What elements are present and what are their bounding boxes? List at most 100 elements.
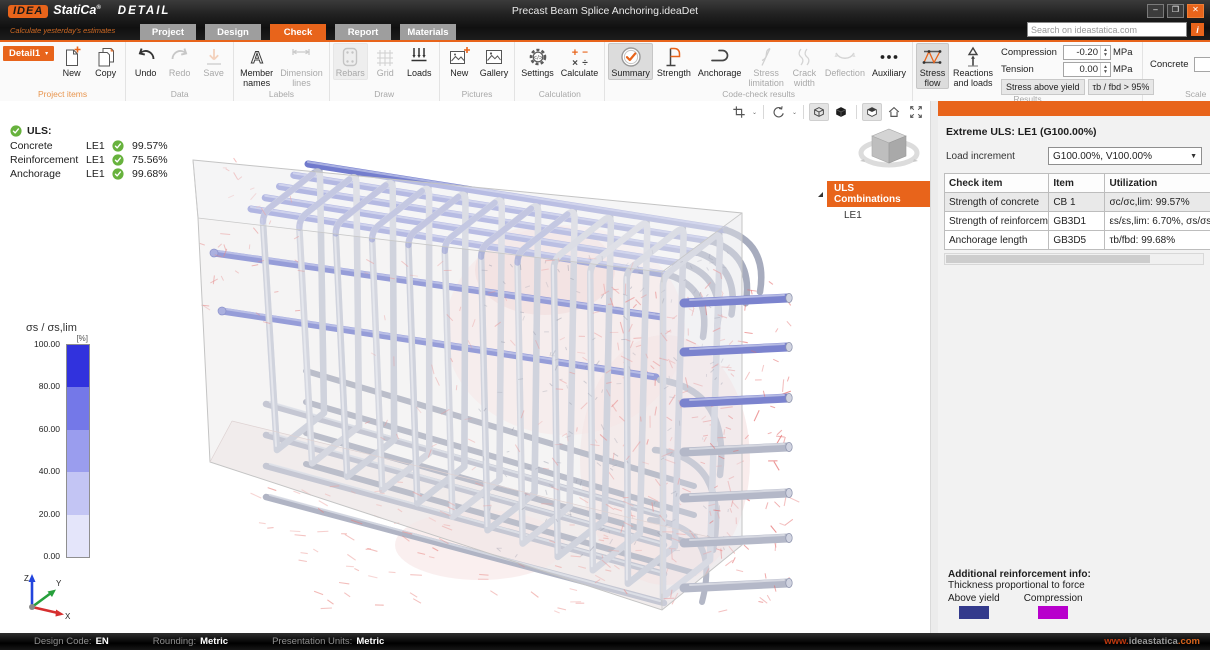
copy-button[interactable]: Copy <box>89 43 122 80</box>
tab-report[interactable]: Report <box>335 24 391 40</box>
tab-materials[interactable]: Materials <box>400 24 456 40</box>
loads-icon <box>407 45 431 69</box>
ribbon-group-labels: AMember namesDimension linesLabels <box>234 42 330 101</box>
compression-input-down-icon[interactable]: ▼ <box>1103 53 1108 58</box>
compression-input-arrows[interactable]: ▲▼ <box>1100 46 1110 59</box>
close-button[interactable]: ✕ <box>1187 4 1204 18</box>
grid-icon <box>373 45 397 69</box>
navigation-cube[interactable] <box>856 121 922 178</box>
group-label: Code-check results <box>608 89 909 101</box>
stress-flow-button[interactable]: Stress flow <box>916 43 949 89</box>
reactions-and-loads-button[interactable]: Reactions and loads <box>950 43 996 89</box>
group-label: Calculation <box>518 89 601 101</box>
table-row-strength-of-reinforcement[interactable]: Strength of reinforcementGB3D1εs/εs,lim:… <box>945 212 1210 231</box>
compression-input[interactable]: -0.20▲▼ <box>1063 45 1111 60</box>
search-input[interactable] <box>1027 22 1187 37</box>
check-passed-icon <box>112 140 132 152</box>
uls-summary-header: ULS: <box>10 125 184 137</box>
anchorage-button[interactable]: Anchorage <box>695 43 745 80</box>
uls-summary-row-anchorage: AnchorageLE199.68% <box>10 167 184 181</box>
table-header-row: Check itemItemUtilization <box>945 174 1210 193</box>
orbit-tool-dropdown-caret[interactable]: ⌄ <box>792 109 797 116</box>
new-button[interactable]: New <box>443 43 476 80</box>
compression-color-box <box>1038 606 1068 619</box>
maximize-button[interactable]: ❐ <box>1167 4 1184 18</box>
home-view-icon[interactable] <box>884 103 904 121</box>
auxiliary-button[interactable]: Auxiliary <box>869 43 909 80</box>
loads-button[interactable]: Loads <box>403 43 436 80</box>
table-horizontal-scrollbar[interactable] <box>944 253 1204 265</box>
crack-width-icon <box>792 45 816 69</box>
gallery-button[interactable]: Gallery <box>477 43 512 80</box>
member-names-button[interactable]: AMember names <box>237 43 276 89</box>
tab-project[interactable]: Project <box>140 24 196 40</box>
scale-controls: Concrete1.50▲▼ <box>1146 57 1210 72</box>
ribbon-group-code-check-results: SummaryStrengthAnchorageStress limitatio… <box>605 42 913 101</box>
deflection-icon <box>833 45 857 69</box>
strength-button[interactable]: Strength <box>654 43 694 80</box>
undo-button[interactable]: Undo <box>129 43 162 80</box>
anchorage-icon <box>708 45 732 69</box>
rebars-icon <box>338 45 362 69</box>
tree-root-uls-combinations[interactable]: ULS Combinations <box>818 181 930 207</box>
legend-title: σs / σs,lim <box>26 322 122 334</box>
summary-button[interactable]: Summary <box>608 43 653 80</box>
stress-above-yield-toggle[interactable]: Stress above yield <box>1001 79 1085 95</box>
tension-input[interactable]: 0.00▲▼ <box>1063 62 1111 77</box>
svg-text:X: X <box>65 612 71 619</box>
svg-text:</>: </> <box>533 55 543 62</box>
wireframe-view-icon[interactable] <box>809 103 829 121</box>
tab-check[interactable]: Check <box>270 24 326 40</box>
status-item-presentation-units[interactable]: Presentation Units:Metric <box>272 636 384 647</box>
stress-limitation-button: Stress limitation <box>745 43 787 89</box>
table-row-anchorage-length[interactable]: Anchorage lengthGB3D5τb/fbd: 99.68% <box>945 231 1210 250</box>
zoom-fit-icon[interactable] <box>906 103 926 121</box>
3d-viewport[interactable]: ⌄⌄ ULS:ConcreteLE199.57%ReinforcementLE1… <box>0 101 930 633</box>
above-yield-color-box <box>959 606 989 619</box>
check-results-table: Check itemItemUtilizationStrength of con… <box>944 173 1210 250</box>
website-link[interactable]: www.ideastatica.com <box>1104 636 1200 647</box>
title-bar: IDEA StatiCa® DETAIL Calculate yesterday… <box>0 0 1210 40</box>
results-controls: Compression-0.20▲▼MPaTension0.00▲▼MPaStr… <box>1001 45 1139 94</box>
status-item-design-code[interactable]: Design Code:EN <box>34 636 109 647</box>
tree-item-le1[interactable]: LE1 <box>844 210 930 221</box>
redo-button: Redo <box>163 43 196 80</box>
load-increment-dropdown[interactable]: G100.00%, V100.00% ▼ <box>1048 147 1202 165</box>
summary-icon <box>619 45 643 69</box>
uls-check-summary: ULS:ConcreteLE199.57%ReinforcementLE175.… <box>10 125 184 181</box>
status-item-rounding[interactable]: Rounding:Metric <box>153 636 228 647</box>
tension-input-down-icon[interactable]: ▼ <box>1103 70 1108 75</box>
minimize-button[interactable]: – <box>1147 4 1164 18</box>
check-results-table-wrap: Check itemItemUtilizationStrength of con… <box>944 173 1210 250</box>
calculate-button[interactable]: +−×÷Calculate <box>558 43 602 80</box>
ribbon: Detail1▾NewCopyProject itemsUndoRedoSave… <box>0 42 1210 102</box>
solid-view-icon[interactable] <box>831 103 851 121</box>
member-names-icon: A <box>245 45 269 69</box>
group-label: Project items <box>3 89 122 101</box>
tree-expander-icon[interactable] <box>818 192 823 197</box>
table-row-strength-of-concrete[interactable]: Strength of concreteCB 1σc/σc,lim: 99.57… <box>945 193 1210 212</box>
info-button[interactable]: i <box>1191 23 1204 36</box>
settings-button[interactable]: </>Settings <box>518 43 557 80</box>
uls-summary-row-concrete: ConcreteLE199.57% <box>10 139 184 153</box>
clip-view-icon[interactable] <box>862 103 882 121</box>
swatch-compression: Compression <box>1024 593 1083 619</box>
search-area: i <box>1027 22 1204 37</box>
crop-tool-dropdown-caret[interactable]: ⌄ <box>752 109 757 116</box>
tension-input-arrows[interactable]: ▲▼ <box>1100 63 1110 76</box>
viewport-toolbar: ⌄⌄ <box>729 103 926 121</box>
window-controls: – ❐ ✕ <box>1147 4 1204 18</box>
info-subtitle: Thickness proportional to force <box>948 580 1091 591</box>
scrollbar-thumb[interactable] <box>946 255 1150 263</box>
column-header-utilization: Utilization <box>1105 174 1210 193</box>
crack-width-button: Crack width <box>788 43 821 89</box>
new-button[interactable]: New <box>55 43 88 80</box>
concrete-scale-input[interactable]: 1.50▲▼ <box>1194 57 1210 72</box>
save-icon <box>202 45 226 69</box>
detail-selector-button[interactable]: Detail1▾ <box>3 46 54 61</box>
tension-input-value: 0.00 <box>1064 63 1100 76</box>
crop-tool-icon[interactable] <box>729 103 749 121</box>
swatch-above-yield: Above yield <box>948 593 1000 619</box>
tab-design[interactable]: Design <box>205 24 261 40</box>
orbit-tool-icon[interactable] <box>769 103 789 121</box>
